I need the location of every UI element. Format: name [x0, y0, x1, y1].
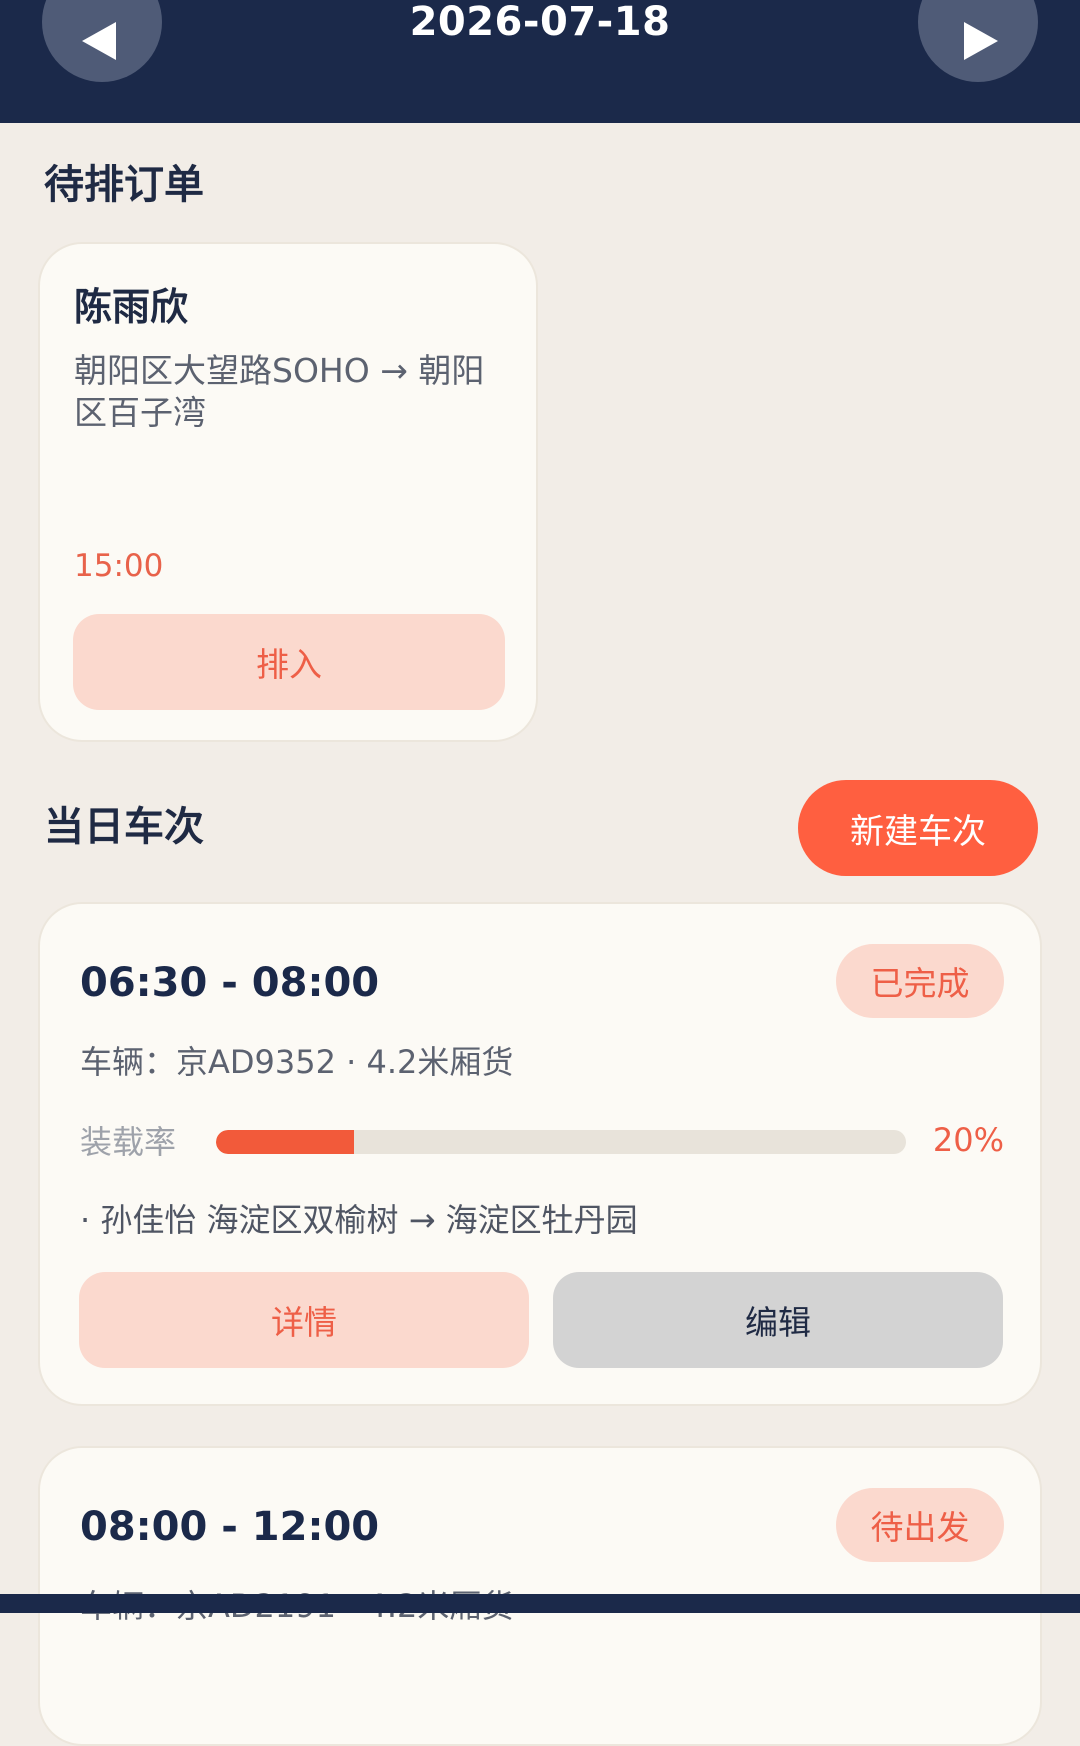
triangle-right-icon	[964, 22, 998, 60]
trip-card: 06:30 - 08:00 已完成 车辆：京AD9352 · 4.2米厢货 装载…	[38, 902, 1042, 1406]
load-rate-fill	[216, 1130, 354, 1154]
pending-order-card: 陈雨欣 朝阳区大望路SOHO → 朝阳区百子湾 15:00 排入	[38, 242, 538, 742]
order-route: 朝阳区大望路SOHO → 朝阳区百子湾	[74, 351, 485, 432]
trip-time-range: 06:30 - 08:00	[80, 960, 380, 1006]
bottom-bar	[0, 1594, 1080, 1613]
trip-time-range: 08:00 - 12:00	[80, 1504, 380, 1550]
load-rate-value: 20%	[932, 1121, 1004, 1159]
trip-edit-button[interactable]: 编辑	[553, 1272, 1003, 1368]
order-time: 15:00	[74, 548, 164, 584]
next-day-button[interactable]	[918, 0, 1038, 82]
pending-orders-title: 待排订单	[44, 162, 204, 208]
load-rate-bar	[216, 1130, 906, 1154]
status-badge: 待出发	[836, 1488, 1004, 1562]
status-badge: 已完成	[836, 944, 1004, 1018]
trip-order-item: · 孙佳怡 海淀区双榆树 → 海淀区牡丹园	[80, 1201, 638, 1239]
date-header: 2026-07-18	[0, 0, 1080, 123]
vehicle-info: 车辆：京AD9352 · 4.2米厢货	[80, 1043, 514, 1081]
customer-name: 陈雨欣	[74, 285, 189, 329]
daily-trips-title: 当日车次	[44, 804, 204, 850]
trip-detail-button[interactable]: 详情	[79, 1272, 529, 1368]
insert-order-button[interactable]: 排入	[73, 614, 505, 710]
load-rate-label: 装载率	[80, 1123, 177, 1161]
new-trip-button[interactable]: 新建车次	[798, 780, 1038, 876]
